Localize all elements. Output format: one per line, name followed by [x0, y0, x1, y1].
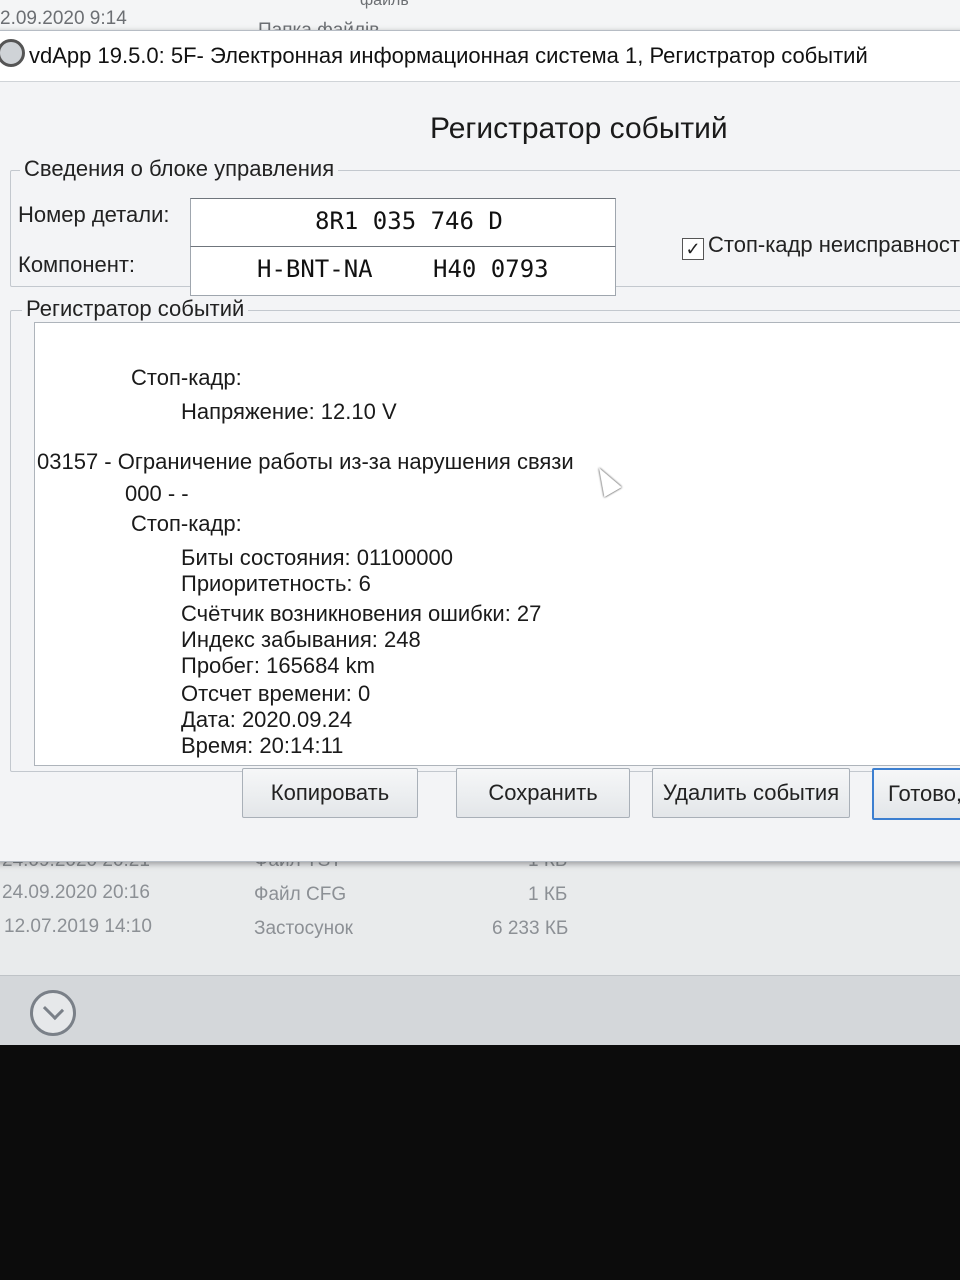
component-value-1: H-BNT-NA: [257, 255, 373, 283]
control-unit-legend: Сведения о блоке управления: [20, 156, 339, 182]
copy-button[interactable]: Копировать: [242, 768, 418, 818]
vdapp-logo-icon: [0, 39, 25, 67]
log-line: Стоп-кадр:: [131, 511, 242, 536]
screen: 2.09.2020 9:14 файль Папка файлів 24.09.…: [0, 0, 960, 1045]
component-field[interactable]: H-BNT-NA H40 0793: [190, 246, 616, 296]
log-line: Напряжение: 12.10 V: [181, 399, 397, 424]
vdapp-taskbar-icon[interactable]: [30, 990, 76, 1036]
event-log-text-area[interactable]: Стоп-кадр: Напряжение: 12.10 V 03157 - О…: [34, 322, 960, 766]
log-line: Приоритетность: 6: [181, 571, 371, 596]
background-date: 2.09.2020 9:14: [0, 8, 127, 29]
save-button[interactable]: Сохранить: [456, 768, 630, 818]
done-button[interactable]: Готово, на: [872, 768, 960, 820]
checkmark-icon: ✓: [682, 238, 704, 260]
window-title: vdApp 19.5.0: 5F- Электронная информацио…: [29, 43, 868, 68]
log-line: Время: 20:14:11: [181, 733, 344, 758]
log-line: Отсчет времени: 0: [181, 681, 371, 706]
background-partial-text: файль: [360, 0, 409, 9]
title-bar[interactable]: vdApp 19.5.0: 5F- Электронная информацио…: [0, 31, 960, 82]
log-line: Дата: 2020.09.24: [181, 707, 353, 732]
log-line: Пробег: 165684 km: [181, 653, 375, 678]
file-row-type: Застосунок: [254, 918, 353, 939]
log-line: 000 - -: [125, 481, 189, 506]
log-line: Индекс забывания: 248: [181, 627, 421, 652]
freeze-frame-label: Стоп-кадр неисправности: [708, 232, 960, 257]
component-value-2: H40 0793: [433, 255, 549, 283]
log-line: Счётчик возникновения ошибки: 27: [181, 601, 542, 626]
file-row-date[interactable]: 24.09.2020 20:16: [2, 882, 150, 904]
part-number-field[interactable]: 8R1 035 746 D: [190, 198, 616, 248]
log-line: Стоп-кадр:: [131, 365, 242, 390]
file-row-size: 1 КБ: [528, 884, 568, 905]
delete-events-button[interactable]: Удалить события: [652, 768, 850, 818]
part-number-value: 8R1 035 746 D: [315, 207, 503, 235]
file-row-size: 6 233 КБ: [492, 918, 569, 939]
file-row-type: Файл CFG: [254, 884, 347, 905]
part-number-label: Номер детали:: [18, 202, 170, 227]
page-title: Регистратор событий: [430, 112, 728, 145]
component-label: Компонент:: [18, 252, 136, 277]
log-line: 03157 - Ограничение работы из-за нарушен…: [37, 449, 574, 474]
freeze-frame-checkbox[interactable]: ✓ Стоп-кадр неисправности: [682, 232, 960, 260]
event-log-legend: Регистратор событий: [22, 296, 249, 322]
taskbar: [0, 975, 960, 1045]
log-line: Биты состояния: 01100000: [181, 545, 454, 570]
file-row-date[interactable]: 12.07.2019 14:10: [4, 916, 152, 938]
